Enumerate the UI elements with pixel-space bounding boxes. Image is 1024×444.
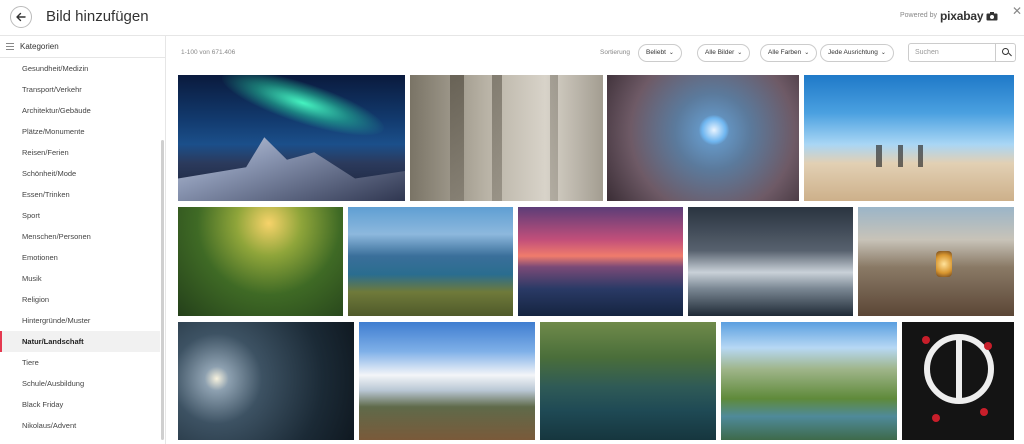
image-snowy-alps[interactable] — [359, 322, 535, 440]
color-value: Alle Farben — [768, 49, 802, 56]
categories-title: Kategorien — [20, 42, 59, 51]
category-schule[interactable]: Schule/Ausbildung — [0, 373, 160, 394]
category-reisen[interactable]: Reisen/Ferien — [0, 142, 160, 163]
dialog-header: Bild hinzufügen Powered by pixabay ✕ — [0, 0, 1024, 36]
image-crashing-wave[interactable] — [688, 207, 853, 316]
image-lantern-shore[interactable] — [858, 207, 1014, 316]
category-natur-active[interactable]: Natur/Landschaft — [0, 331, 160, 352]
chevron-down-icon: ⌄ — [880, 50, 886, 56]
category-sport[interactable]: Sport — [0, 205, 160, 226]
search-input[interactable] — [909, 44, 995, 61]
sidebar-scrollbar[interactable] — [161, 140, 164, 440]
category-list: Gesundheit/Medizin Transport/Verkehr Arc… — [0, 58, 160, 436]
image-sunlit-forest[interactable] — [178, 207, 343, 316]
pixabay-logo[interactable]: pixabay — [940, 9, 998, 23]
image-dandelion-macro[interactable] — [607, 75, 799, 201]
image-aurora-mountains[interactable] — [178, 75, 405, 201]
image-mountain-lake[interactable] — [348, 207, 513, 316]
chevron-down-icon: ⌄ — [737, 50, 743, 56]
menu-icon — [6, 43, 14, 50]
pixabay-wordmark: pixabay — [940, 9, 984, 23]
category-plaetze[interactable]: Plätze/Monumente — [0, 121, 160, 142]
sort-value: Beliebt — [646, 49, 666, 56]
orientation-value: Jede Ausrichtung — [828, 49, 878, 56]
category-sidebar: Kategorien Gesundheit/Medizin Transport/… — [0, 36, 166, 444]
close-icon[interactable]: ✕ — [1012, 4, 1022, 18]
category-menschen[interactable]: Menschen/Personen — [0, 226, 160, 247]
orientation-dropdown[interactable]: Jede Ausrichtung ⌄ — [820, 44, 894, 62]
sort-dropdown[interactable]: Beliebt ⌄ — [638, 44, 682, 62]
chevron-down-icon: ⌄ — [804, 50, 810, 56]
dialog-title: Bild hinzufügen — [46, 8, 149, 25]
sort-label: Sortierung — [600, 49, 630, 56]
powered-by-label: Powered by — [900, 12, 937, 19]
arrow-left-icon — [16, 12, 26, 22]
image-green-pond[interactable] — [540, 322, 716, 440]
image-pink-sunset-sea[interactable] — [518, 207, 683, 316]
category-hintergruende[interactable]: Hintergründe/Muster — [0, 310, 160, 331]
result-count: 1-100 von 671.406 — [181, 49, 236, 56]
color-dropdown[interactable]: Alle Farben ⌄ — [760, 44, 818, 62]
image-foggy-forest[interactable] — [410, 75, 603, 201]
search-button[interactable] — [995, 44, 1015, 61]
image-desert-runners[interactable] — [804, 75, 1014, 201]
filter-toolbar: 1-100 von 671.406 Sortierung Beliebt ⌄ Al… — [166, 36, 1024, 72]
chevron-down-icon: ⌄ — [668, 50, 674, 56]
category-emotionen[interactable]: Emotionen — [0, 247, 160, 268]
search-box — [908, 43, 1016, 62]
category-black-friday[interactable]: Black Friday — [0, 394, 160, 415]
image-type-value: Alle Bilder — [705, 49, 735, 56]
category-musik[interactable]: Musik — [0, 268, 160, 289]
category-schoenheit[interactable]: Schönheit/Mode — [0, 163, 160, 184]
image-type-dropdown[interactable]: Alle Bilder ⌄ — [697, 44, 751, 62]
category-essen[interactable]: Essen/Trinken — [0, 184, 160, 205]
categories-header[interactable]: Kategorien — [0, 36, 165, 58]
category-transport[interactable]: Transport/Verkehr — [0, 79, 160, 100]
image-water-sparkle[interactable] — [178, 322, 354, 440]
category-religion[interactable]: Religion — [0, 289, 160, 310]
camera-icon — [986, 12, 998, 21]
image-peace-roses[interactable] — [902, 322, 1014, 440]
back-button[interactable] — [10, 6, 32, 28]
image-green-valley-lake[interactable] — [721, 322, 897, 440]
category-nikolaus[interactable]: Nikolaus/Advent — [0, 415, 160, 436]
category-gesundheit[interactable]: Gesundheit/Medizin — [0, 58, 160, 79]
category-architektur[interactable]: Architektur/Gebäude — [0, 100, 160, 121]
category-tiere[interactable]: Tiere — [0, 352, 160, 373]
